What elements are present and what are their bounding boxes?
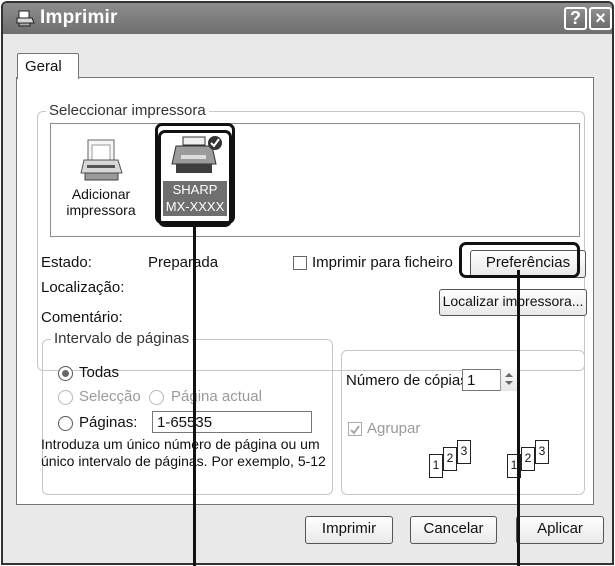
pages-input[interactable]: 1-65535	[152, 411, 312, 433]
all-pages-label: Todas	[79, 364, 120, 381]
collate-page-5: 2	[521, 447, 535, 471]
all-pages-radio[interactable]	[58, 366, 73, 381]
cancel-button[interactable]: Cancelar	[410, 516, 497, 544]
find-printer-button[interactable]: Localizar impressora...	[439, 289, 587, 316]
apply-button-label: Aplicar	[537, 520, 583, 537]
add-printer-label-2: impressora	[66, 202, 136, 218]
apply-button[interactable]: Aplicar	[516, 516, 604, 544]
page-range-help-line-2: único intervalo de páginas. Por exemplo,…	[41, 453, 326, 469]
pages-radio[interactable]	[58, 416, 73, 431]
current-page-label: Página actual	[171, 388, 262, 405]
selection-label: Selecção	[79, 388, 141, 405]
print-to-file-label: Imprimir para ficheiro	[312, 254, 453, 271]
find-printer-button-label: Localizar impressora...	[442, 293, 584, 309]
add-printer-icon	[80, 139, 123, 181]
help-icon: ?	[570, 8, 581, 28]
print-to-file-checkbox[interactable]	[293, 256, 307, 270]
print-button[interactable]: Imprimir	[305, 516, 393, 544]
printer-callout-line	[193, 224, 196, 566]
cancel-button-label: Cancelar	[423, 520, 484, 537]
collate-label: Agrupar	[367, 420, 421, 437]
print-button-label: Imprimir	[321, 520, 377, 537]
page-range-title: Intervalo de páginas	[51, 330, 193, 348]
copies-label: Número de cópias:	[346, 372, 472, 389]
printer-callout-highlight	[155, 123, 235, 224]
tab-bar: Geral	[3, 34, 612, 79]
add-printer-label-1: Adicionar	[71, 186, 131, 202]
printer-icon	[16, 10, 35, 27]
copies-spinner[interactable]	[500, 369, 518, 391]
dialog-footer: Imprimir Cancelar Aplicar	[3, 516, 612, 563]
collate-page-2: 2	[443, 447, 457, 471]
collate-page-6: 3	[535, 440, 549, 464]
spinner-arrows-icon	[505, 373, 513, 385]
tab-label: Geral	[25, 58, 62, 75]
general-tab-panel: Seleccionar impressora Adicionar impress…	[16, 77, 594, 505]
window-title: Imprimir	[40, 7, 118, 28]
comment-label: Comentário:	[41, 309, 123, 326]
close-icon: ×	[595, 8, 606, 28]
location-label: Localização:	[41, 279, 125, 296]
status-value: Preparada	[148, 254, 219, 271]
select-printer-title: Seleccionar impressora	[46, 102, 209, 120]
current-page-radio[interactable]	[149, 390, 164, 405]
close-button[interactable]: ×	[589, 7, 612, 30]
status-label: Estado:	[41, 254, 92, 271]
pages-label: Páginas:	[79, 414, 138, 431]
add-printer-item[interactable]: Adicionar impressora	[61, 136, 141, 218]
printer-list[interactable]: Adicionar impressora SHARP MX-XXXX	[50, 123, 580, 237]
collate-page-1: 1	[429, 454, 443, 478]
preferences-callout-line	[517, 270, 520, 566]
title-bar: Imprimir ? ×	[3, 3, 612, 34]
page-range-help-line-1: Introduza um único número de página ou u…	[41, 436, 320, 452]
tab-geral[interactable]: Geral	[17, 53, 79, 79]
help-button[interactable]: ?	[564, 7, 587, 30]
selection-radio[interactable]	[58, 390, 73, 405]
print-dialog: Imprimir ? × Geral Seleccionar impressor…	[1, 1, 614, 565]
collate-page-3: 3	[457, 440, 471, 464]
check-icon	[350, 425, 360, 435]
collate-checkbox[interactable]	[348, 422, 362, 436]
